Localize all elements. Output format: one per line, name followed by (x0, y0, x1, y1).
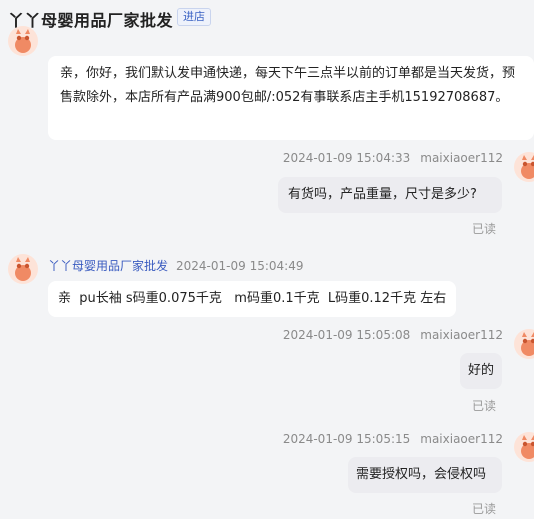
message-bubble-buyer: 需要授权吗，会侵权吗 (348, 457, 502, 493)
message-bubble-shop: 亲，你好，我们默认发申通快递，每天下午三点半以前的订单都是当天发货，预售款除外，… (48, 56, 534, 140)
sender-name: maixiaoer112 (420, 151, 503, 165)
message-time: 2024-01-09 15:04:49 (176, 259, 304, 273)
buyer-avatar-icon[interactable] (514, 432, 534, 462)
message-meta: 2024-01-09 15:04:33 maixiaoer112 (283, 151, 503, 165)
sender-name: maixiaoer112 (420, 432, 503, 446)
read-status: 已读 (471, 399, 496, 413)
message-time: 2024-01-09 15:05:15 (282, 432, 411, 446)
message-time: 2024-01-09 15:05:08 (282, 328, 411, 342)
shop-avatar-icon[interactable] (8, 26, 38, 56)
buyer-avatar-icon[interactable] (514, 152, 534, 182)
read-status: 已读 (471, 222, 496, 236)
read-status: 已读 (471, 502, 496, 516)
message-bubble-buyer: 有货吗，产品重量，尺寸是多少? (278, 177, 502, 213)
enter-shop-button[interactable]: 进店 (177, 8, 211, 26)
shop-avatar-icon[interactable] (8, 254, 38, 284)
message-meta: 2024-01-09 15:05:08 maixiaoer112 (283, 328, 503, 342)
message-meta: 丫丫母婴用品厂家批发 2024-01-09 15:04:49 (48, 257, 303, 274)
sender-name: maixiaoer112 (420, 328, 503, 342)
sender-name[interactable]: 丫丫母婴用品厂家批发 (48, 259, 168, 273)
message-bubble-shop: 亲 pu长袖 s码重0.075千克 m码重0.1千克 L码重0.12千克 左右 (48, 281, 456, 317)
chat-header: 丫丫母婴用品厂家批发 进店 (0, 0, 534, 34)
message-time: 2024-01-09 15:04:33 (282, 151, 411, 165)
message-meta: 2024-01-09 15:05:15 maixiaoer112 (283, 432, 503, 446)
buyer-avatar-icon[interactable] (514, 329, 534, 359)
shop-name: 丫丫母婴用品厂家批发 (8, 11, 174, 30)
message-bubble-buyer: 好的 (460, 353, 502, 389)
